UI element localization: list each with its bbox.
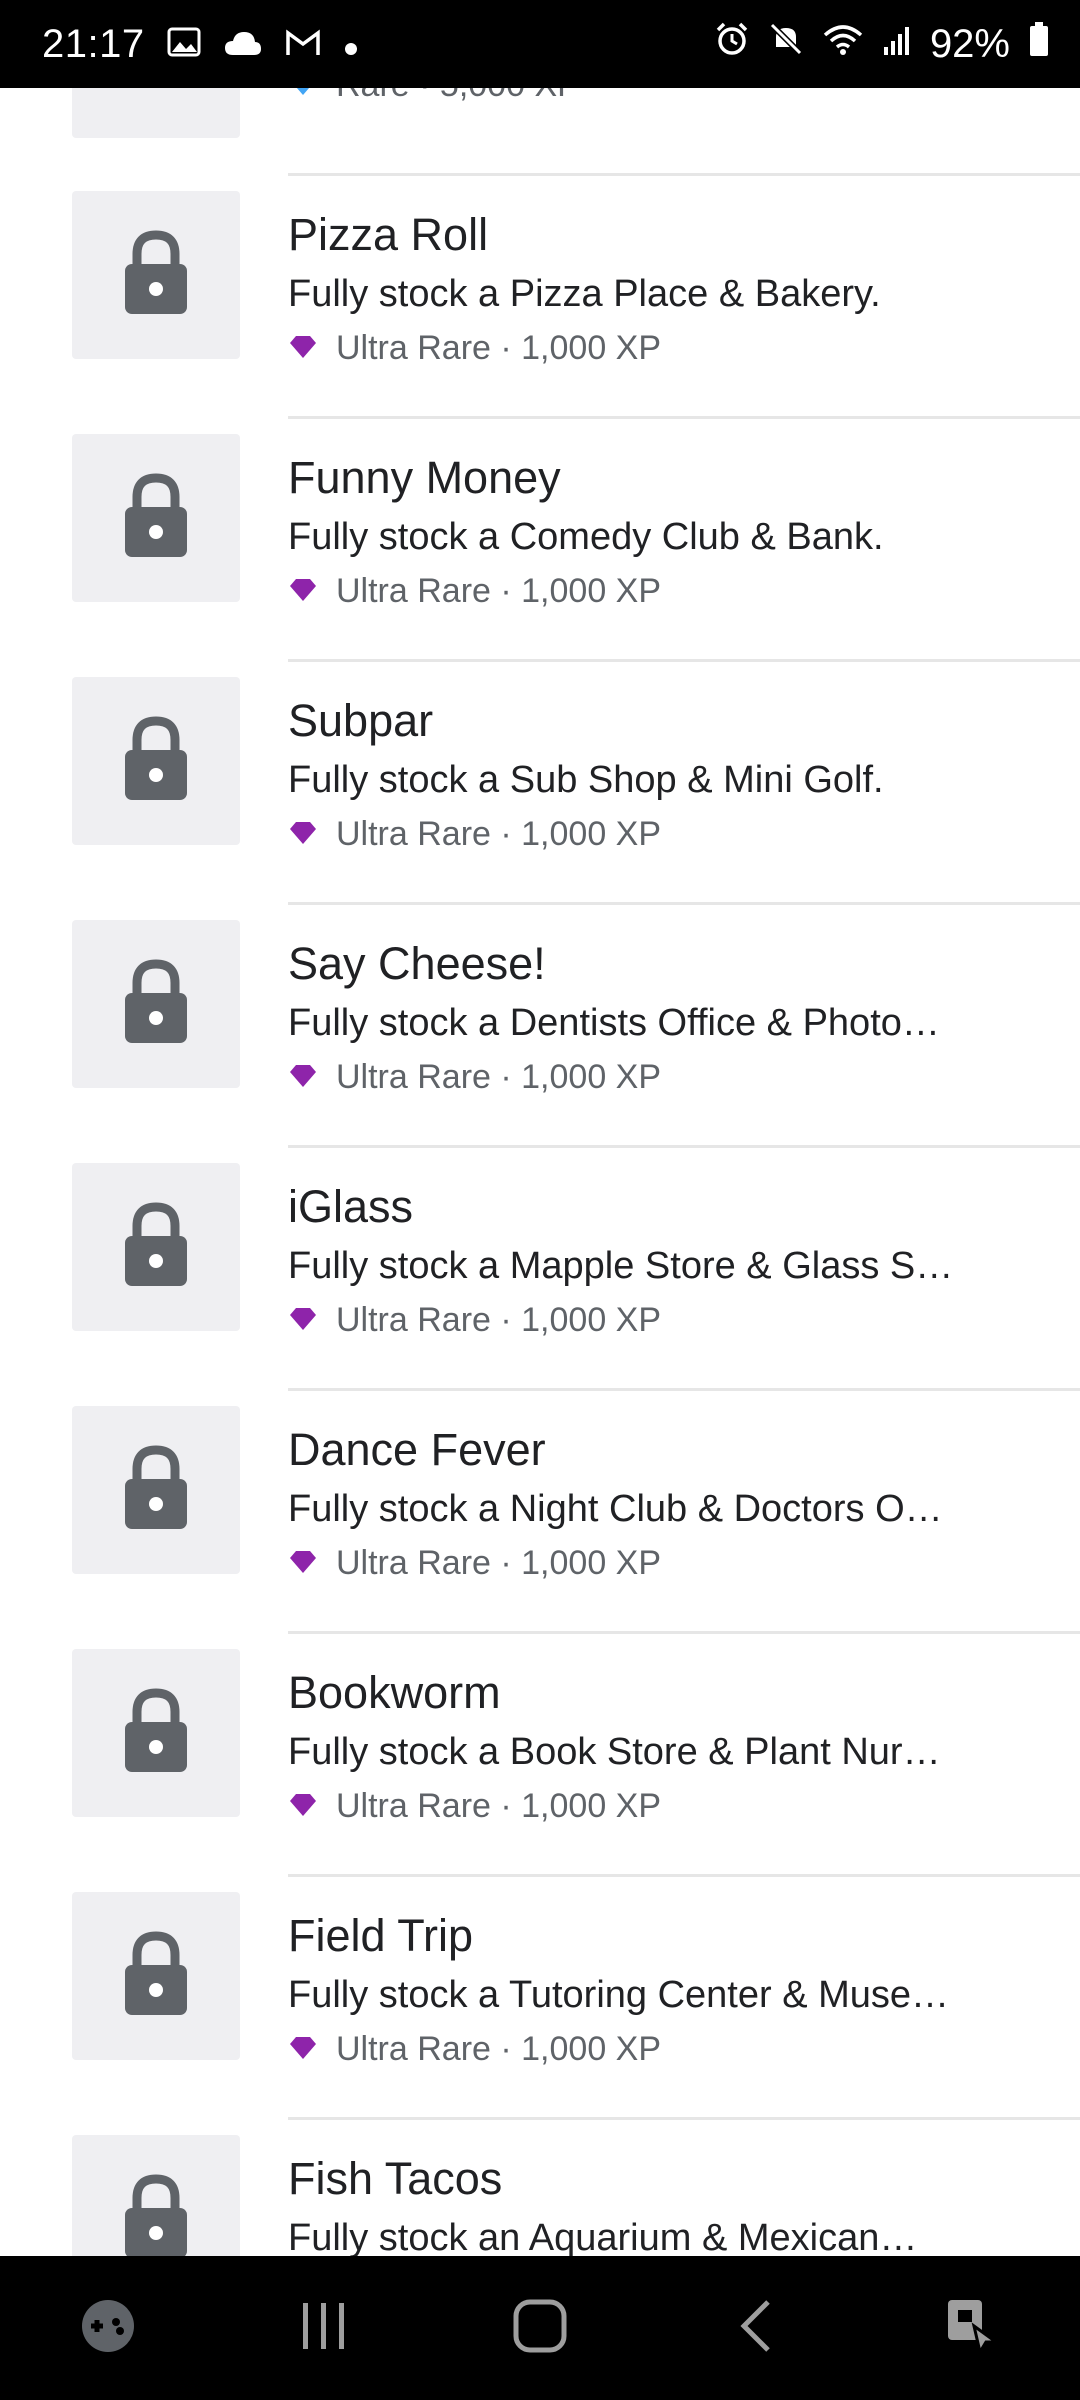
diamond-icon bbox=[288, 1787, 318, 1826]
achievement-description: Fully stock an Aquarium & Mexican… bbox=[288, 2217, 918, 2256]
lock-icon bbox=[123, 1444, 189, 1536]
achievement-description: Fully stock a Pizza Place & Bakery. bbox=[288, 273, 881, 315]
achievement-thumbnail bbox=[72, 677, 240, 845]
achievement-thumbnail bbox=[72, 1406, 240, 1574]
diamond-icon bbox=[288, 1301, 318, 1340]
achievement-description: Fully stock a Comedy Club & Bank. bbox=[288, 516, 884, 558]
achievement-title: Fish Tacos bbox=[288, 2153, 503, 2204]
lock-icon bbox=[123, 715, 189, 807]
diamond-icon bbox=[288, 2030, 318, 2069]
achievement-meta: Rare · 5,000 XP bbox=[288, 88, 580, 105]
gmail-icon bbox=[285, 22, 321, 67]
list-item[interactable]: Say Cheese! Fully stock a Dentists Offic… bbox=[0, 905, 1080, 1148]
achievement-meta: Ultra Rare · 1,000 XP bbox=[288, 1787, 661, 1826]
back-button[interactable] bbox=[696, 2268, 816, 2388]
achievement-description: Fully stock a Book Store & Plant Nur… bbox=[288, 1731, 941, 1773]
image-icon bbox=[167, 22, 201, 67]
cloud-icon bbox=[223, 22, 263, 67]
achievement-title: iGlass bbox=[288, 1181, 414, 1232]
achievement-description: Fully stock a Tutoring Center & Muse… bbox=[288, 1974, 950, 2016]
achievement-thumbnail bbox=[72, 1163, 240, 1331]
achievement-title: Funny Money bbox=[288, 452, 561, 503]
status-bar: 21:17 92% bbox=[0, 0, 1080, 88]
diamond-icon bbox=[288, 329, 318, 368]
achievement-meta: Ultra Rare · 1,000 XP bbox=[288, 1058, 661, 1097]
battery-icon bbox=[1028, 21, 1050, 67]
achievement-list[interactable]: Rare · 5,000 XP Pizza Roll Fully stock a… bbox=[0, 88, 1080, 2256]
achievement-thumbnail bbox=[72, 2135, 240, 2256]
home-icon bbox=[512, 2298, 568, 2359]
achievement-title: Bookworm bbox=[288, 1667, 501, 1718]
diamond-icon bbox=[288, 1058, 318, 1097]
achievement-description: Fully stock a Mapple Store & Glass S… bbox=[288, 1245, 954, 1287]
achievement-description: Fully stock a Night Club & Doctors O… bbox=[288, 1488, 943, 1530]
game-launcher-button[interactable] bbox=[48, 2268, 168, 2388]
dot-icon bbox=[343, 22, 359, 67]
achievement-title: Subpar bbox=[288, 695, 434, 746]
achievement-title: Field Trip bbox=[288, 1910, 474, 1961]
battery-percent: 92% bbox=[929, 21, 1010, 66]
recents-button[interactable] bbox=[264, 2268, 384, 2388]
achievement-title: Say Cheese! bbox=[288, 938, 546, 989]
alarm-icon bbox=[714, 21, 750, 67]
lock-icon bbox=[123, 1687, 189, 1779]
achievement-thumbnail bbox=[72, 434, 240, 602]
recents-icon bbox=[299, 2301, 349, 2356]
home-button[interactable] bbox=[480, 2268, 600, 2388]
lock-icon bbox=[123, 958, 189, 1050]
lock-icon bbox=[123, 472, 189, 564]
diamond-icon bbox=[288, 1544, 318, 1583]
signal-icon bbox=[882, 22, 912, 67]
lock-icon bbox=[123, 1201, 189, 1293]
achievement-title: Dance Fever bbox=[288, 1424, 546, 1475]
achievement-meta: Ultra Rare · 1,000 XP bbox=[288, 1301, 661, 1340]
list-item[interactable]: Pizza Roll Fully stock a Pizza Place & B… bbox=[0, 176, 1080, 419]
screen-pin-button[interactable] bbox=[912, 2268, 1032, 2388]
game-launcher-icon bbox=[80, 2298, 136, 2359]
list-item[interactable]: Subpar Fully stock a Sub Shop & Mini Gol… bbox=[0, 662, 1080, 905]
lock-icon bbox=[123, 229, 189, 321]
achievement-description: Fully stock a Dentists Office & Photo… bbox=[288, 1002, 940, 1044]
achievement-description: Fully stock a Sub Shop & Mini Golf. bbox=[288, 759, 884, 801]
wifi-icon bbox=[822, 22, 864, 67]
achievement-thumbnail bbox=[72, 1649, 240, 1817]
achievement-meta: Ultra Rare · 1,000 XP bbox=[288, 329, 661, 368]
achievement-thumbnail bbox=[72, 88, 240, 138]
list-item[interactable]: Bookworm Fully stock a Book Store & Plan… bbox=[0, 1634, 1080, 1877]
diamond-icon bbox=[288, 815, 318, 854]
list-item-partial[interactable]: Rare · 5,000 XP bbox=[0, 88, 1080, 176]
status-time: 21:17 bbox=[42, 21, 145, 66]
achievement-thumbnail bbox=[72, 191, 240, 359]
achievement-meta: Ultra Rare · 1,000 XP bbox=[288, 815, 661, 854]
lock-icon bbox=[123, 1930, 189, 2022]
achievement-thumbnail bbox=[72, 920, 240, 1088]
back-icon bbox=[736, 2298, 776, 2359]
list-item[interactable]: Dance Fever Fully stock a Night Club & D… bbox=[0, 1391, 1080, 1634]
achievement-meta: Ultra Rare · 1,000 XP bbox=[288, 1544, 661, 1583]
list-item[interactable]: Funny Money Fully stock a Comedy Club & … bbox=[0, 419, 1080, 662]
lock-icon bbox=[123, 2173, 189, 2256]
achievement-title: Pizza Roll bbox=[288, 209, 489, 260]
navigation-bar bbox=[0, 2256, 1080, 2400]
diamond-icon bbox=[288, 572, 318, 611]
list-item[interactable]: Field Trip Fully stock a Tutoring Center… bbox=[0, 1877, 1080, 2120]
achievement-meta: Ultra Rare · 1,000 XP bbox=[288, 572, 661, 611]
achievement-meta: Ultra Rare · 1,000 XP bbox=[288, 2030, 661, 2069]
mute-icon bbox=[768, 21, 804, 67]
screen-pin-icon bbox=[944, 2296, 1001, 2361]
list-item[interactable]: Fish Tacos Fully stock an Aquarium & Mex… bbox=[0, 2120, 1080, 2256]
achievement-thumbnail bbox=[72, 1892, 240, 2060]
diamond-icon bbox=[288, 88, 318, 105]
list-item[interactable]: iGlass Fully stock a Mapple Store & Glas… bbox=[0, 1148, 1080, 1391]
